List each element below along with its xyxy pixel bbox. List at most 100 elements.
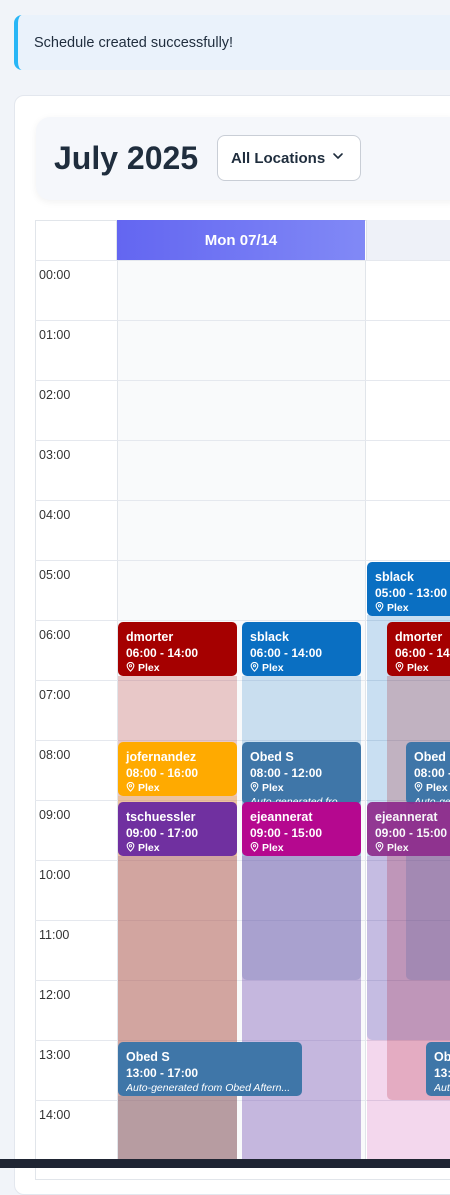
event-card[interactable]: dmorter 06:00 - 14:00 Plex — [118, 622, 237, 676]
event-time: 08:00 - 12:00 — [250, 766, 323, 780]
event-duration-obed-s[interactable] — [118, 1096, 237, 1166]
event-time: 13:00 - 17:00 — [126, 1066, 199, 1080]
event-location: Plex — [250, 781, 361, 795]
hour-line — [35, 380, 450, 381]
bottom-bar — [0, 1159, 450, 1168]
location-pin-icon — [375, 842, 384, 852]
event-card[interactable]: Obed S 13:00 - 17:00 Auto-generated from… — [118, 1042, 302, 1096]
location-pin-icon — [126, 662, 135, 672]
event-note: Auto-generated from Obed Aftern... — [126, 1082, 291, 1094]
event-name: jofernandez — [126, 750, 197, 764]
event-location: Plex — [250, 661, 361, 675]
location-pin-icon — [375, 602, 384, 612]
event-location: Plex — [250, 841, 361, 855]
event-time: 09:00 - 15:00 — [375, 826, 448, 840]
event-location: Plex — [375, 841, 450, 855]
hour-line — [35, 560, 450, 561]
event-location-text: Plex — [407, 662, 429, 674]
time-label: 07:00 — [39, 688, 71, 702]
event-name: dmorter — [395, 630, 443, 644]
event-card[interactable]: jofernandez 08:00 - 16:00 Plex — [118, 742, 237, 796]
event-time: 06:00 - 14:00 — [126, 646, 199, 660]
time-label: 13:00 — [39, 1048, 71, 1062]
event-location: Plex — [126, 841, 237, 855]
event-location-text: Plex — [262, 842, 284, 854]
chevron-down-icon — [333, 153, 343, 159]
event-card[interactable]: sblack 06:00 - 14:00 Plex — [242, 622, 361, 676]
day-header-next[interactable] — [366, 220, 450, 261]
alert-message: Schedule created successfully! — [34, 35, 234, 51]
event-location-text: Plex — [262, 782, 284, 794]
event-name: sblack — [375, 570, 414, 584]
location-select[interactable]: All Locations — [217, 135, 361, 181]
time-label: 04:00 — [39, 508, 71, 522]
event-card[interactable]: Obed S 08:00 - 12:00 Plex Auto-generated… — [242, 742, 361, 804]
time-label: 12:00 — [39, 988, 71, 1002]
location-pin-icon — [395, 662, 404, 672]
event-name: Obed S — [250, 750, 294, 764]
event-location-text: Plex — [138, 782, 160, 794]
event-card[interactable]: ejeannerat 09:00 - 15:00 Plex — [242, 802, 361, 856]
event-name: ejeannerat — [250, 810, 313, 824]
event-location: Plex — [126, 781, 237, 795]
location-pin-icon — [126, 782, 135, 792]
event-card[interactable]: tschuessler 09:00 - 17:00 Plex — [118, 802, 237, 856]
time-label: 05:00 — [39, 568, 71, 582]
location-select-label: All Locations — [231, 150, 326, 167]
event-name: dmorter — [126, 630, 174, 644]
hour-line — [35, 500, 450, 501]
location-pin-icon — [414, 782, 423, 792]
event-time: 06:00 - 14:00 — [395, 646, 450, 660]
month-title: July 2025 — [54, 140, 199, 176]
location-pin-icon — [126, 842, 135, 852]
time-label: 01:00 — [39, 328, 71, 342]
column-divider — [365, 261, 366, 1161]
event-location: Plex — [395, 661, 450, 675]
location-pin-icon — [250, 662, 259, 672]
event-location-text: Plex — [387, 602, 409, 614]
event-name: Obed — [414, 750, 446, 764]
event-time: 09:00 - 15:00 — [250, 826, 323, 840]
time-label: 00:00 — [39, 268, 71, 282]
event-note: Auto — [434, 1082, 450, 1094]
event-location-text: Plex — [426, 782, 448, 794]
event-location: Plex — [375, 601, 450, 615]
event-time: 08:00 - — [414, 766, 450, 780]
success-alert: Schedule created successfully! — [14, 15, 450, 70]
time-label: 03:00 — [39, 448, 71, 462]
event-time: 08:00 - 16:00 — [126, 766, 199, 780]
event-name: Obed S — [126, 1050, 170, 1064]
event-location-text: Plex — [387, 842, 409, 854]
time-label: 10:00 — [39, 868, 71, 882]
event-time: 13: — [434, 1066, 450, 1080]
event-location-text: Plex — [262, 662, 284, 674]
event-name: sblack — [250, 630, 289, 644]
event-location-text: Plex — [138, 662, 160, 674]
event-location: Plex — [126, 661, 237, 675]
event-card[interactable]: Obed 08:00 - Plex Auto-ge — [406, 742, 450, 804]
event-name: tschuessler — [126, 810, 196, 824]
event-time: 09:00 - 17:00 — [126, 826, 199, 840]
event-location-text: Plex — [138, 842, 160, 854]
event-card[interactable]: Ob 13: Auto — [426, 1042, 450, 1096]
event-time: 06:00 - 14:00 — [250, 646, 323, 660]
event-card[interactable]: ejeannerat 09:00 - 15:00 Plex — [367, 802, 450, 856]
event-name: ejeannerat — [375, 810, 438, 824]
time-label: 14:00 — [39, 1108, 71, 1122]
event-time: 05:00 - 13:00 — [375, 586, 448, 600]
hour-line — [35, 260, 450, 261]
day-header-mon[interactable]: Mon 07/14 — [117, 220, 365, 261]
event-duration-ejeannerat[interactable] — [367, 856, 450, 1166]
event-name: Ob — [434, 1050, 450, 1064]
time-label: 08:00 — [39, 748, 71, 762]
event-duration-ejeannerat[interactable] — [242, 856, 361, 1166]
location-pin-icon — [250, 842, 259, 852]
event-card[interactable]: dmorter 06:00 - 14:00 Plex — [387, 622, 450, 676]
time-label: 11:00 — [39, 928, 70, 942]
location-pin-icon — [250, 782, 259, 792]
time-column-header — [35, 220, 117, 261]
time-label: 02:00 — [39, 388, 71, 402]
event-card[interactable]: sblack 05:00 - 13:00 Plex — [367, 562, 450, 616]
time-label: 06:00 — [39, 628, 71, 642]
time-label: 09:00 — [39, 808, 71, 822]
